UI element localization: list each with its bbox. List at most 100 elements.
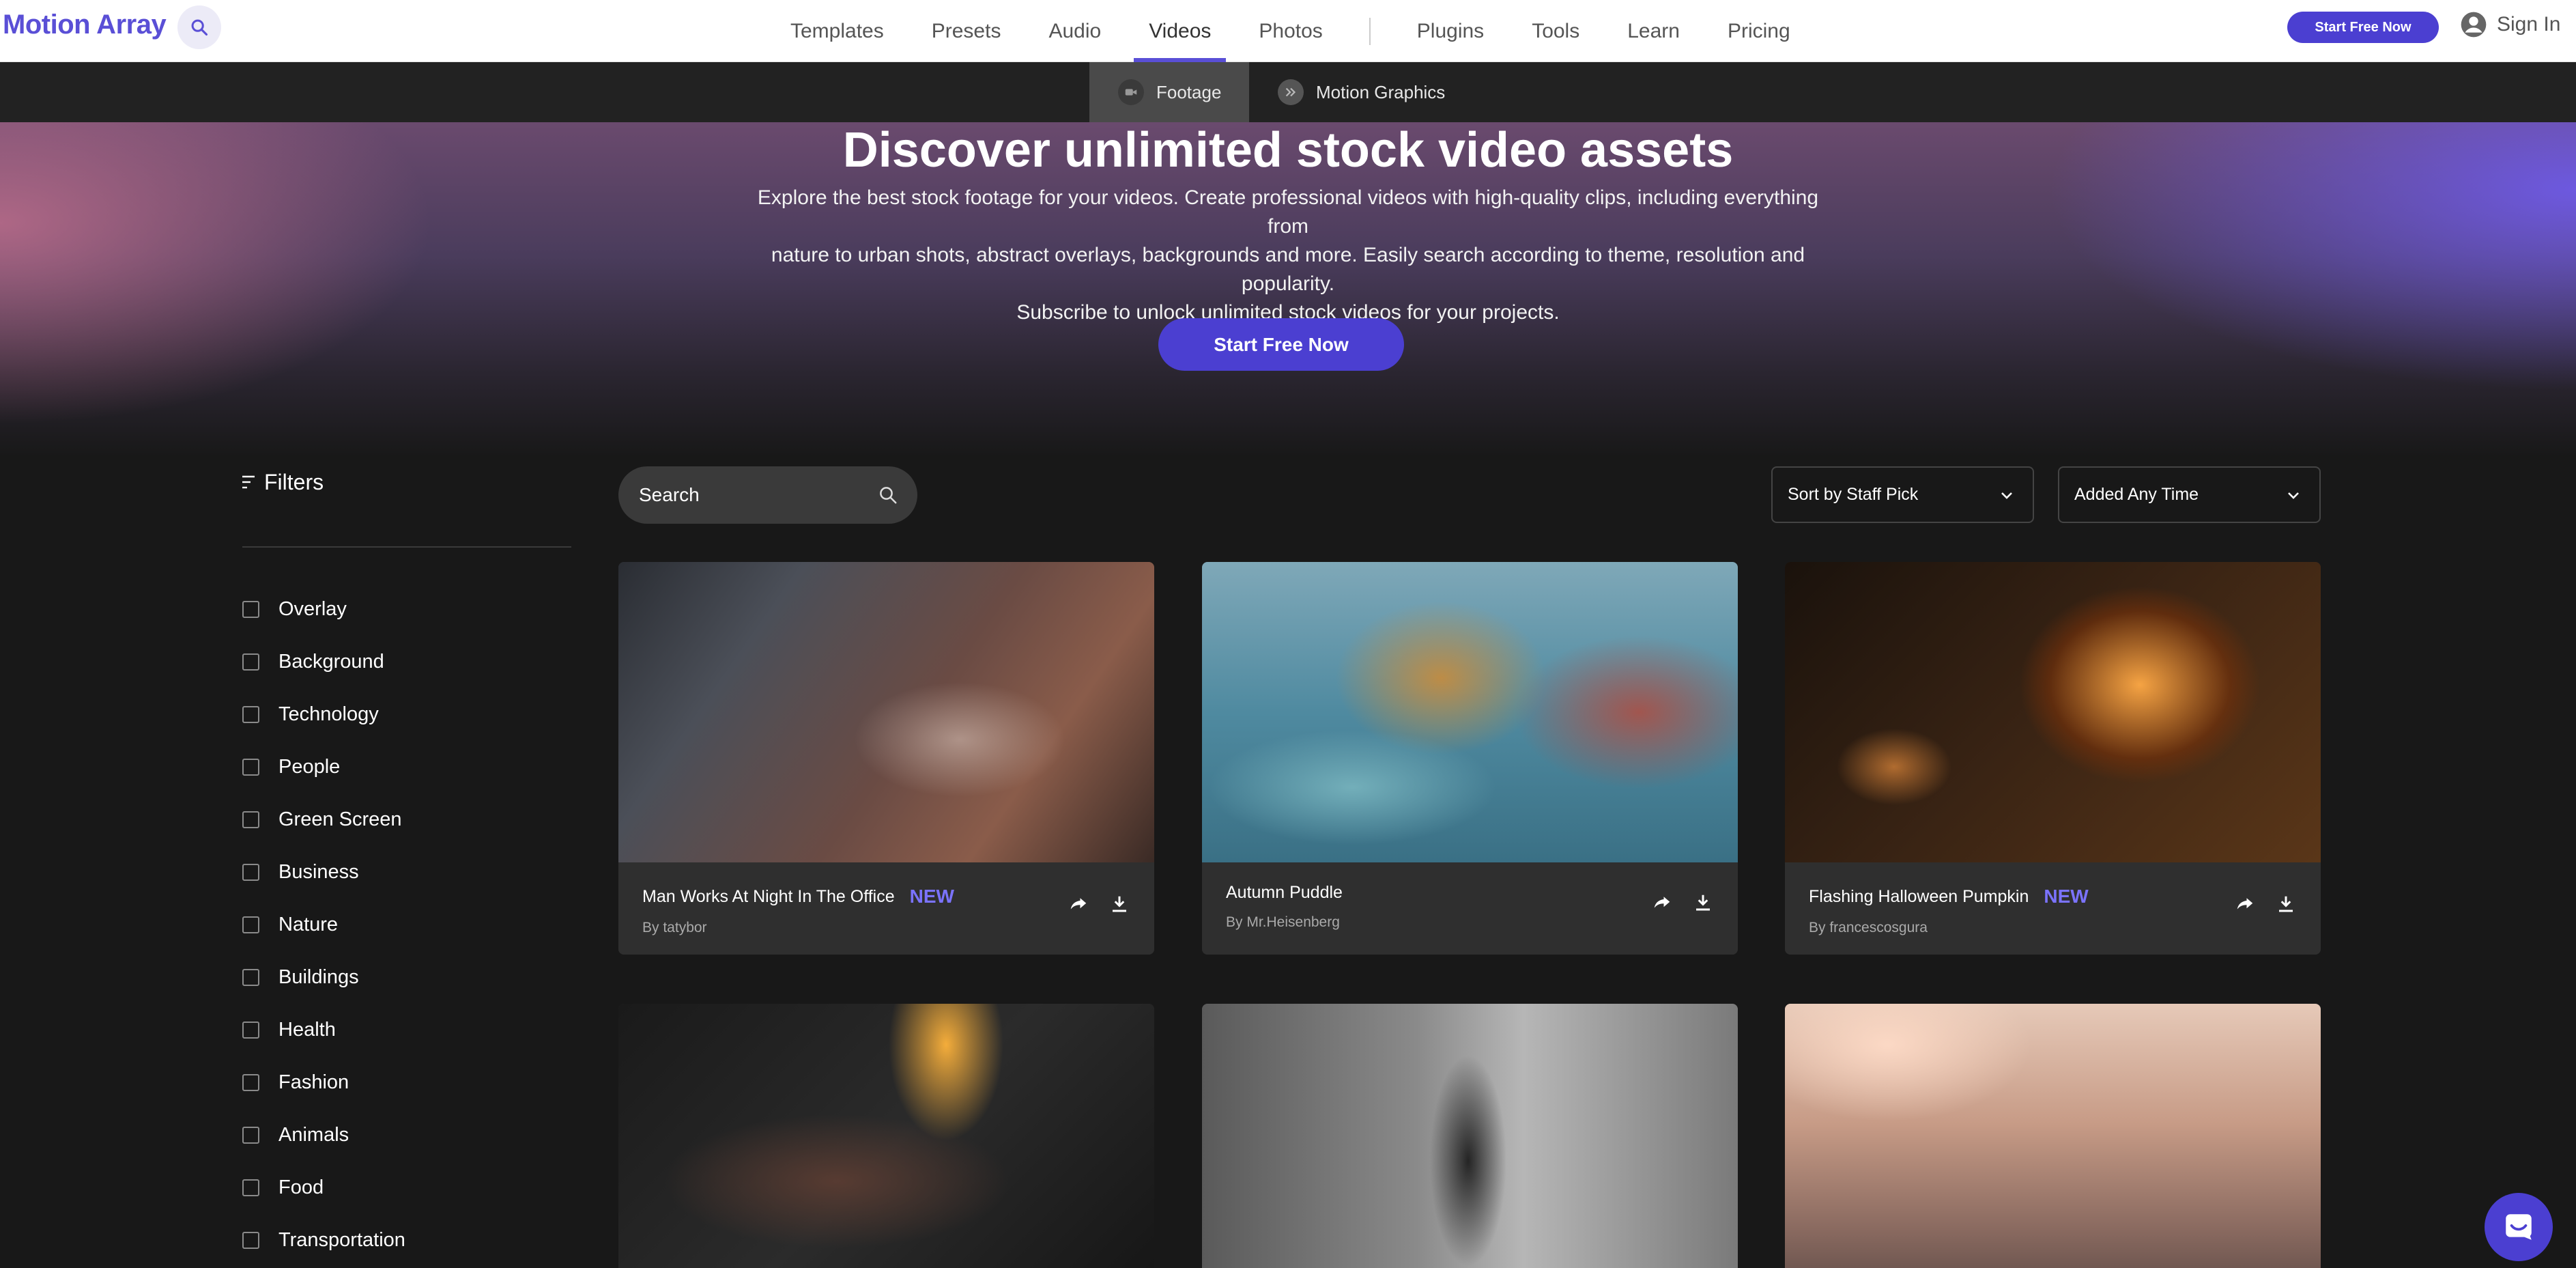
download-icon[interactable] [1693,892,1713,913]
share-icon[interactable] [1068,894,1089,914]
nav-audio[interactable]: Audio [1048,0,1101,62]
video-card[interactable] [1785,1004,2321,1268]
start-free-button[interactable]: Start Free Now [2287,12,2439,43]
logo[interactable]: Motion Array [3,10,167,40]
filter-item[interactable]: Transportation [242,1214,405,1267]
hero-banner: Discover unlimited stock video assets Ex… [0,122,2576,457]
card-title[interactable]: Flashing Halloween Pumpkin [1809,887,2029,907]
download-icon[interactable] [1109,894,1130,914]
search-icon[interactable] [878,485,898,505]
chat-launcher-button[interactable] [2485,1193,2553,1261]
filter-label: Overlay [278,598,347,620]
sign-in-link[interactable]: Sign In [2460,11,2560,38]
filter-checkbox[interactable] [242,811,259,828]
download-icon[interactable] [2276,894,2296,914]
nav-videos[interactable]: Videos [1134,0,1227,62]
hero-title: Discover unlimited stock video assets [842,123,1734,178]
filters-divider [242,546,571,548]
video-card[interactable]: Autumn Puddle By Mr.Heisenberg [1202,562,1738,955]
filter-checkbox[interactable] [242,601,259,618]
filter-label: Business [278,861,359,883]
video-thumbnail[interactable] [1785,1004,2321,1268]
filter-item[interactable]: Food [242,1161,405,1214]
filter-label: Fashion [278,1071,349,1093]
filter-label: Animals [278,1124,349,1146]
filter-item[interactable]: Nature [242,899,405,951]
filter-checkbox[interactable] [242,864,259,881]
share-icon[interactable] [1652,892,1672,913]
card-author[interactable]: By tatybor [642,920,707,936]
filter-label: Buildings [278,966,359,988]
filter-checkbox[interactable] [242,653,259,671]
filter-item[interactable]: Fashion [242,1056,405,1109]
motion-icon [1278,79,1304,105]
chat-icon [2506,1214,2532,1240]
nav-templates[interactable]: Templates [790,0,884,62]
filter-item[interactable]: Health [242,1004,405,1056]
video-card[interactable] [1202,1004,1738,1268]
filter-label: Nature [278,914,339,935]
filter-item[interactable]: Animals [242,1109,405,1161]
chevron-down-icon [2001,492,2012,499]
video-thumbnail[interactable] [1785,562,2321,862]
video-card[interactable] [618,1004,1154,1268]
filter-item[interactable]: Background [242,636,405,688]
nav-photos[interactable]: Photos [1259,0,1322,62]
video-thumbnail[interactable] [1202,1004,1738,1268]
filter-checkbox[interactable] [242,1074,259,1091]
new-badge: NEW [2044,886,2089,907]
filter-item[interactable]: People [242,741,405,793]
nav-presets[interactable]: Presets [932,0,1001,62]
sort-select[interactable]: Sort by Staff Pick [1771,466,2034,523]
filter-item[interactable]: Green Screen [242,793,405,846]
card-title[interactable]: Autumn Puddle [1226,883,1343,903]
filter-item[interactable]: Overlay [242,583,405,636]
card-actions [1068,894,1130,914]
filter-checkbox[interactable] [242,1232,259,1249]
video-card[interactable]: Flashing Halloween Pumpkin NEW By france… [1785,562,2321,955]
video-thumbnail[interactable] [1202,562,1738,862]
filters-heading: Filters [264,470,324,494]
filter-checkbox[interactable] [242,969,259,986]
video-thumbnail[interactable] [618,1004,1154,1268]
sort-value: Sort by Staff Pick [1788,485,1919,504]
filters-toggle[interactable]: Filters [241,470,324,495]
share-icon[interactable] [2235,894,2255,914]
filter-item[interactable]: Technology [242,688,405,741]
card-title[interactable]: Man Works At Night In The Office [642,887,895,907]
card-actions [1652,892,1713,913]
tab-motion-label: Motion Graphics [1316,81,1446,102]
search-icon [191,19,208,36]
search-input[interactable] [639,484,844,506]
tab-motion-graphics[interactable]: Motion Graphics [1278,62,1445,122]
card-meta: Autumn Puddle By Mr.Heisenberg [1202,862,1738,955]
filter-checkbox[interactable] [242,1179,259,1196]
card-title-row: Flashing Halloween Pumpkin NEW [1809,886,2089,907]
filter-label: Food [278,1177,324,1198]
hero-start-button[interactable]: Start Free Now [1158,318,1404,371]
filter-label: Health [278,1019,336,1041]
chevron-down-icon [2288,492,2299,499]
filter-checkbox[interactable] [242,1127,259,1144]
nav-pricing[interactable]: Pricing [1728,0,1790,62]
video-card[interactable]: Man Works At Night In The Office NEW By … [618,562,1154,955]
nav-divider [1369,17,1371,45]
filter-checkbox[interactable] [242,759,259,776]
card-author[interactable]: By Mr.Heisenberg [1226,914,1340,931]
nav-tools[interactable]: Tools [1532,0,1579,62]
nav-learn[interactable]: Learn [1627,0,1680,62]
filter-item[interactable]: Business [242,846,405,899]
card-author[interactable]: By francescosgura [1809,920,1928,936]
video-thumbnail[interactable] [618,562,1154,862]
filter-checkbox[interactable] [242,1022,259,1039]
filter-item[interactable]: Buildings [242,951,405,1004]
nav-plugins[interactable]: Plugins [1417,0,1484,62]
tab-footage[interactable]: Footage [1089,62,1249,122]
filter-checkbox[interactable] [242,706,259,723]
nav-search-button[interactable] [177,5,221,49]
time-select[interactable]: Added Any Time [2058,466,2321,523]
filter-checkbox[interactable] [242,916,259,933]
top-nav: Motion Array Templates Presets Audio Vid… [0,0,2576,62]
card-actions [2235,894,2296,914]
hero-line-1: Explore the best stock footage for your … [757,186,1819,238]
